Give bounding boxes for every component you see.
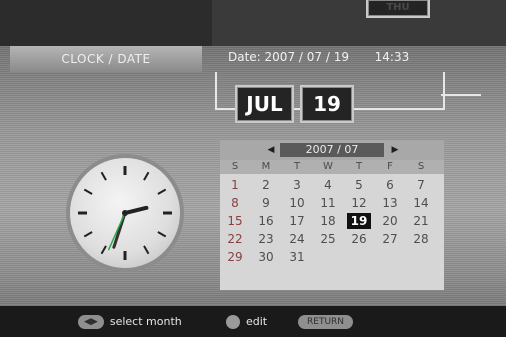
calendar-day[interactable]: 30 — [254, 249, 278, 265]
analog-clock — [66, 154, 184, 272]
clock-tick — [83, 188, 93, 195]
calendar-day[interactable]: 15 — [223, 213, 247, 229]
next-month-icon[interactable]: ▶ — [388, 140, 402, 160]
calendar-day[interactable]: 31 — [285, 249, 309, 265]
hint-edit: edit — [226, 313, 267, 331]
calendar-day[interactable]: 26 — [347, 231, 371, 247]
calendar-panel: ◀ 2007 / 07 ▶ SMTWTFS 1 2 3 4 5 6 7 8 9 10 11 12 13 1… — [220, 140, 444, 290]
calendar-day[interactable]: 12 — [347, 195, 371, 211]
time-label: 14:33 — [374, 50, 410, 64]
weekday-header: S — [231, 161, 239, 172]
hint-return[interactable]: RETURN — [298, 313, 359, 331]
clock-tick — [100, 171, 107, 181]
return-button[interactable]: RETURN — [298, 315, 354, 329]
weekday-chip: THU — [368, 0, 428, 16]
screen-title: CLOCK / DATE — [10, 46, 202, 72]
calendar-day[interactable]: 23 — [254, 231, 278, 247]
calendar-month-title: 2007 / 07 — [280, 143, 384, 157]
calendar-day[interactable]: 17 — [285, 213, 309, 229]
hint-select-month-label: select month — [109, 315, 182, 328]
weekday-header: F — [387, 161, 393, 172]
day-chip[interactable]: 19 — [302, 87, 352, 121]
calendar-day[interactable]: 28 — [409, 231, 433, 247]
calendar-day[interactable]: 24 — [285, 231, 309, 247]
weekday-header: W — [323, 161, 333, 172]
weekday-header: T — [293, 161, 301, 172]
calendar-day[interactable]: 1 — [223, 177, 247, 193]
date-label: Date: 2007 / 07 / 19 — [228, 50, 349, 64]
calendar-header: ◀ 2007 / 07 ▶ — [220, 140, 444, 160]
calendar-day[interactable]: 22 — [223, 231, 247, 247]
calendar-day[interactable]: 9 — [254, 195, 278, 211]
calendar-day[interactable]: 18 — [316, 213, 340, 229]
clock-tick — [157, 188, 167, 195]
calendar-day[interactable]: 2 — [254, 177, 278, 193]
left-right-icon: ◀▶ — [78, 315, 104, 329]
clock-tick — [100, 245, 107, 255]
calendar-day[interactable]: 21 — [409, 213, 433, 229]
clock-tick — [143, 245, 150, 255]
hint-edit-label: edit — [246, 315, 268, 328]
clock-tick — [157, 231, 167, 238]
calendar-day[interactable]: 5 — [347, 177, 371, 193]
calendar-day[interactable]: 7 — [409, 177, 433, 193]
footer-bar: ◀▶ select month edit RETURN — [0, 306, 506, 337]
current-datetime: Date: 2007 / 07 / 19 14:33 — [228, 46, 488, 68]
clock-tick — [83, 231, 93, 238]
calendar-day[interactable]: 20 — [378, 213, 402, 229]
calendar-day[interactable]: 3 — [285, 177, 309, 193]
weekday-header: M — [261, 161, 271, 172]
calendar-day[interactable]: 13 — [378, 195, 402, 211]
calendar-day[interactable]: 11 — [316, 195, 340, 211]
weekday-header-row: SMTWTFS — [220, 160, 444, 174]
calendar-day[interactable]: 29 — [223, 249, 247, 265]
calendar-day[interactable]: 4 — [316, 177, 340, 193]
bracket-extension — [441, 94, 481, 96]
calendar-day[interactable]: 10 — [285, 195, 309, 211]
weekday-header: S — [417, 161, 425, 172]
top-band — [212, 0, 506, 46]
calendar-day[interactable]: 16 — [254, 213, 278, 229]
clock-date-screen: CLOCK / DATE Date: 2007 / 07 / 19 14:33 … — [0, 0, 506, 337]
calendar-day[interactable]: 25 — [316, 231, 340, 247]
clock-face — [78, 166, 172, 260]
clock-tick — [143, 171, 150, 181]
calendar-day[interactable]: 27 — [378, 231, 402, 247]
ok-icon — [226, 315, 240, 329]
prev-month-icon[interactable]: ◀ — [264, 140, 278, 160]
weekday-header: T — [355, 161, 363, 172]
top-left-panel — [0, 0, 212, 46]
hour-hand — [123, 205, 149, 215]
second-hand — [107, 212, 126, 251]
hint-select-month: ◀▶ select month — [78, 313, 182, 331]
calendar-day[interactable]: 14 — [409, 195, 433, 211]
calendar-day[interactable]: 6 — [378, 177, 402, 193]
clock-center — [122, 210, 128, 216]
calendar-day-selected[interactable]: 19 — [347, 213, 371, 229]
month-chip[interactable]: JUL — [237, 87, 292, 121]
calendar-day[interactable]: 8 — [223, 195, 247, 211]
